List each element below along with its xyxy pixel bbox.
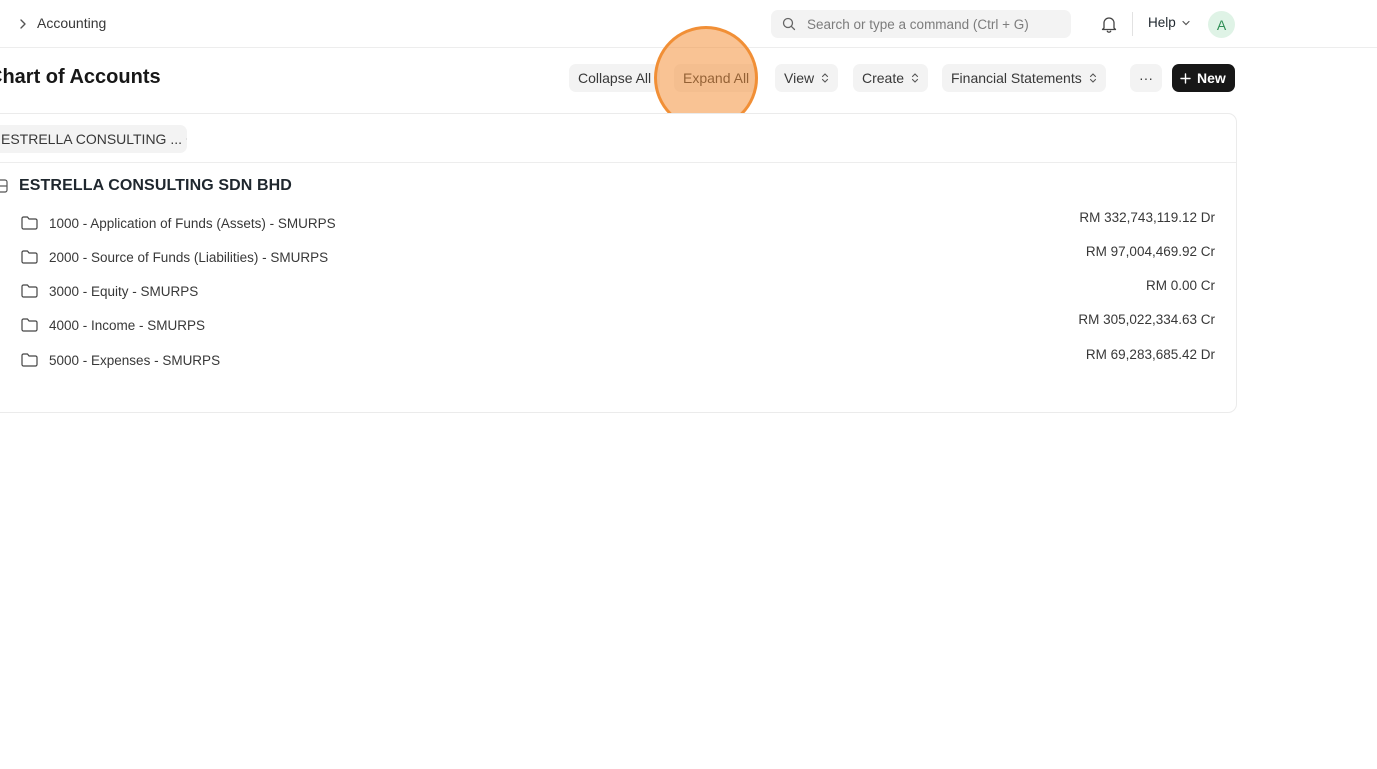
search-bar[interactable] xyxy=(771,10,1071,38)
company-filter-value: ESTRELLA CONSULTING ... xyxy=(1,131,183,147)
account-name: 3000 - Equity - SMURPS xyxy=(49,284,199,299)
view-label: View xyxy=(784,70,815,86)
tree-account-row[interactable]: 5000 - Expenses - SMURPS RM 69,283,685.4… xyxy=(19,347,1229,373)
new-label: New xyxy=(1197,70,1226,86)
account-balance: RM 97,004,469.92 Cr xyxy=(1085,244,1215,259)
search-icon xyxy=(782,17,796,31)
bell-icon[interactable] xyxy=(1099,14,1119,34)
account-name: 1000 - Application of Funds (Assets) - S… xyxy=(49,216,336,231)
folder-icon xyxy=(21,284,38,298)
folder-icon xyxy=(21,250,38,264)
expand-all-label: Expand All xyxy=(683,70,750,86)
account-balance: RM 305,022,334.63 Cr xyxy=(1078,312,1215,327)
view-dropdown-button[interactable]: View xyxy=(775,64,839,92)
tree-root-company[interactable]: ESTRELLA CONSULTING SDN BHD xyxy=(19,177,292,195)
collapse-all-label: Collapse All xyxy=(578,70,652,86)
financial-statements-dropdown-button[interactable]: Financial Statements xyxy=(942,64,1106,92)
search-input[interactable] xyxy=(807,10,1063,38)
page-title: Chart of Accounts xyxy=(0,66,161,88)
expand-all-button[interactable]: Expand All xyxy=(674,64,759,92)
folder-icon xyxy=(21,216,38,230)
more-options-button[interactable]: ··· xyxy=(1130,64,1162,92)
chevron-right-icon xyxy=(20,19,26,29)
account-name: 2000 - Source of Funds (Liabilities) - S… xyxy=(49,250,329,265)
account-name: 4000 - Income - SMURPS xyxy=(49,318,206,333)
account-balance: RM 332,743,119.12 Dr xyxy=(1079,210,1215,225)
tree-account-row[interactable]: 3000 - Equity - SMURPS RM 0.00 Cr xyxy=(19,278,1229,304)
account-name: 5000 - Expenses - SMURPS xyxy=(49,353,221,368)
collapse-all-button[interactable]: Collapse All xyxy=(569,64,661,92)
financial-statements-label: Financial Statements xyxy=(951,70,1082,86)
navbar-divider xyxy=(1132,12,1133,36)
chevron-down-icon xyxy=(1182,20,1190,25)
folder-icon xyxy=(21,353,38,367)
folder-icon xyxy=(21,318,38,332)
account-balance: RM 0.00 Cr xyxy=(1145,278,1215,293)
account-balance: RM 69,283,685.42 Dr xyxy=(1085,347,1215,362)
help-label: Help xyxy=(1148,15,1176,30)
chevron-up-down-icon xyxy=(1089,73,1096,83)
help-dropdown[interactable]: Help xyxy=(1148,15,1191,30)
create-dropdown-button[interactable]: Create xyxy=(853,64,929,92)
breadcrumb-accounting[interactable]: Accounting xyxy=(37,15,106,31)
accounts-tree-card: ESTRELLA CONSULTING ... ESTRELLA CONSULT… xyxy=(0,113,1237,413)
user-avatar[interactable]: A xyxy=(1208,11,1235,38)
chevron-up-down-icon xyxy=(911,73,919,83)
tree-account-row[interactable]: 1000 - Application of Funds (Assets) - S… xyxy=(19,210,1229,236)
tree-account-row[interactable]: 4000 - Income - SMURPS RM 305,022,334.63… xyxy=(19,312,1229,338)
top-navbar: Accounting Help A xyxy=(0,0,1377,48)
plus-icon xyxy=(1180,72,1191,84)
chevron-up-down-icon xyxy=(186,138,187,140)
chevron-up-down-icon xyxy=(822,73,829,83)
company-filter-select[interactable]: ESTRELLA CONSULTING ... xyxy=(0,125,187,153)
card-divider xyxy=(0,162,1236,163)
create-label: Create xyxy=(862,70,905,86)
new-account-button[interactable]: New xyxy=(1172,64,1235,92)
more-options-icon: ··· xyxy=(1139,70,1153,86)
tree-account-row[interactable]: 2000 - Source of Funds (Liabilities) - S… xyxy=(19,244,1229,270)
company-root-icon[interactable] xyxy=(0,178,9,194)
